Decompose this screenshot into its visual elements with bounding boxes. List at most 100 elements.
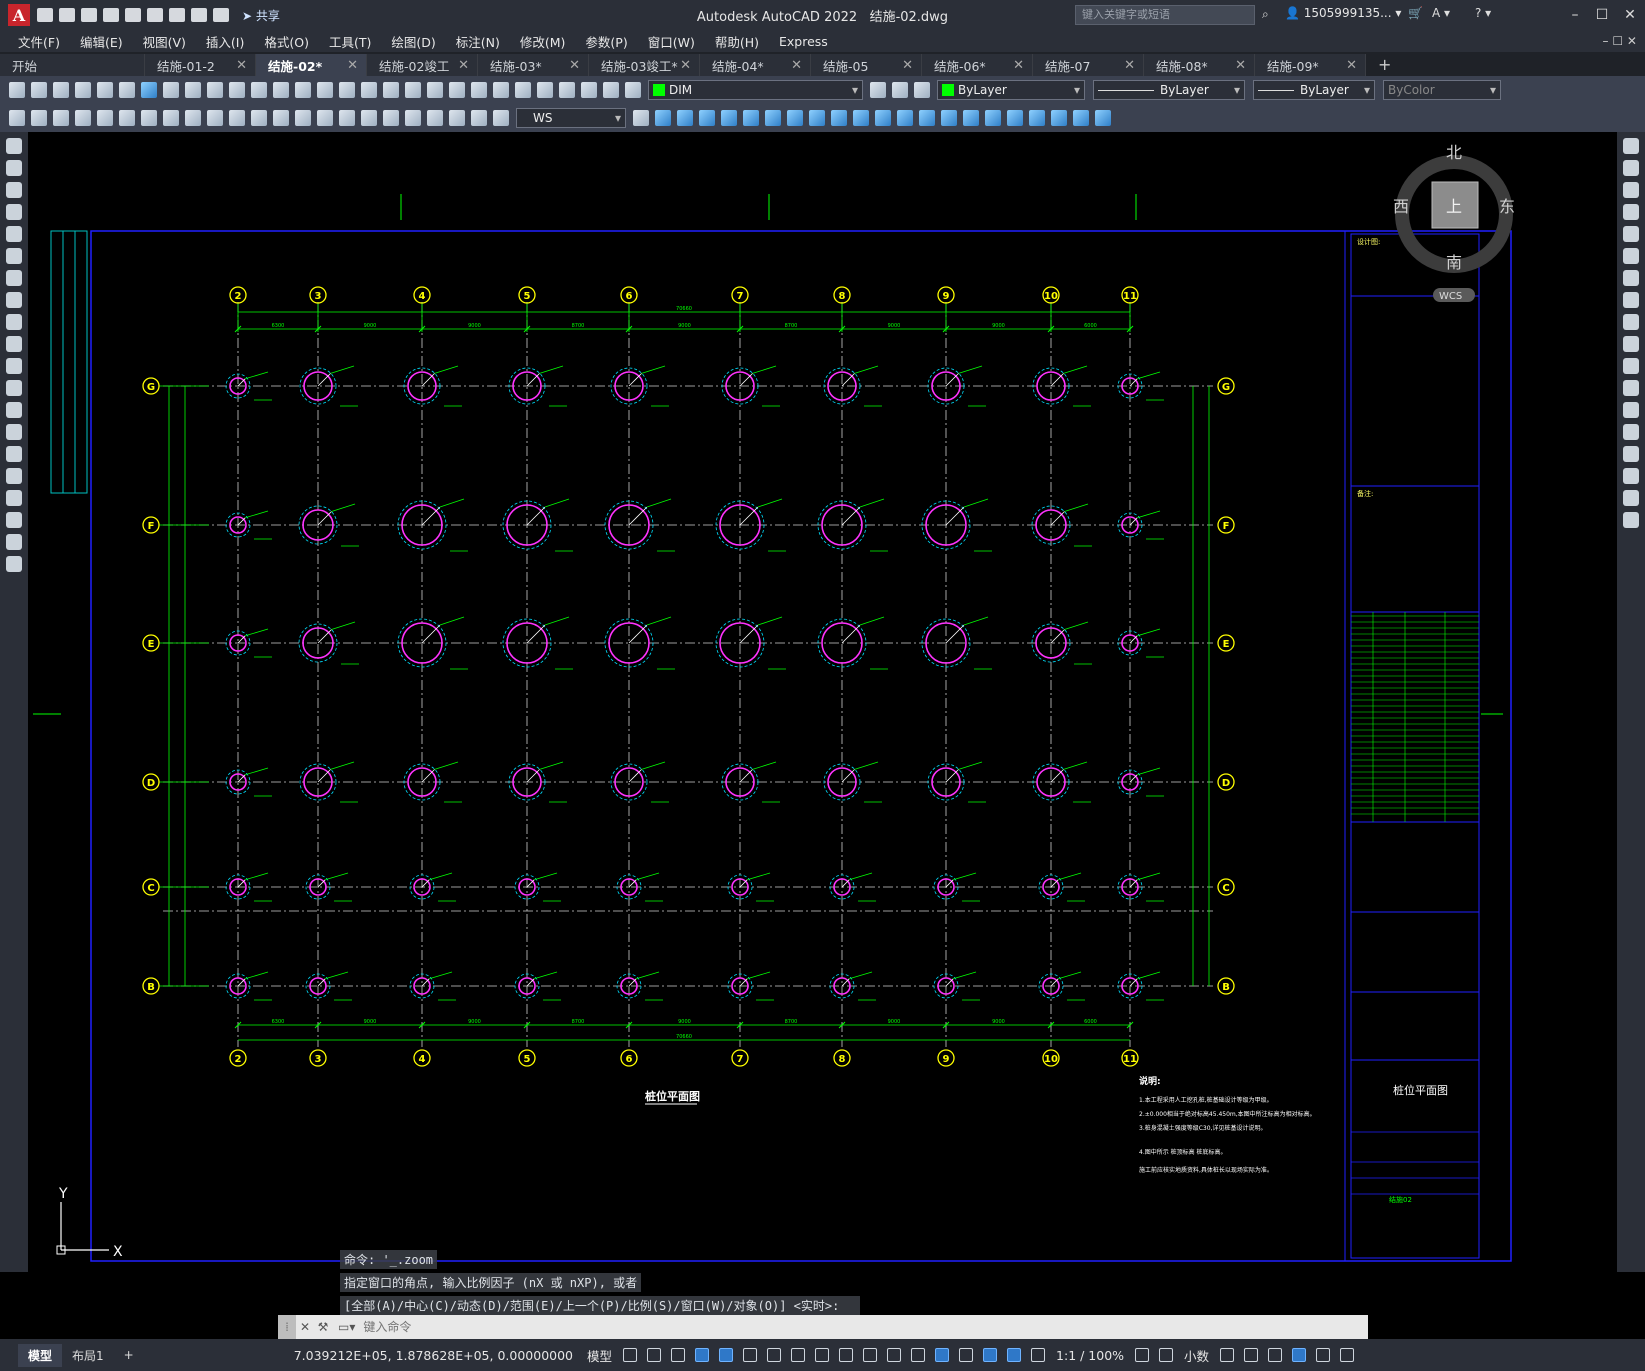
3d-osnap-icon[interactable] — [911, 1348, 926, 1362]
point-icon[interactable] — [6, 424, 22, 440]
help-search-input[interactable]: 键入关键字或短语 — [1075, 5, 1255, 25]
stretch-icon[interactable] — [1623, 314, 1639, 330]
menu-dimension[interactable]: 标注(N) — [456, 32, 500, 51]
tab-file[interactable]: 结施-01-2 ✕ — [145, 54, 256, 76]
save-web-icon[interactable] — [147, 8, 163, 22]
infer-constraints-icon[interactable] — [671, 1348, 686, 1362]
undo-icon[interactable] — [191, 8, 207, 22]
array-icon[interactable] — [1623, 226, 1639, 242]
doc-window-controls[interactable]: – ☐ ✕ — [1603, 34, 1637, 48]
chamfer-icon[interactable] — [1623, 446, 1639, 462]
paste-icon[interactable] — [207, 82, 223, 98]
tab-close-icon[interactable]: ✕ — [1124, 58, 1135, 73]
tab-close-icon[interactable]: ✕ — [1235, 58, 1246, 73]
add-selected-icon[interactable] — [6, 556, 22, 572]
selection-filter-icon[interactable] — [959, 1348, 974, 1362]
quick-dim-icon[interactable] — [251, 110, 267, 126]
menu-parametric[interactable]: 参数(P) — [585, 32, 627, 51]
3d-tool-icon[interactable] — [1095, 110, 1111, 126]
snap-icon[interactable] — [647, 1348, 662, 1362]
markup-icon[interactable] — [493, 82, 509, 98]
command-grip-icon[interactable]: ⁞ — [278, 1315, 296, 1339]
menu-tools[interactable]: 工具(T) — [329, 32, 371, 51]
zoom-previous-icon[interactable] — [383, 82, 399, 98]
dim-update-icon[interactable] — [493, 110, 509, 126]
tab-file[interactable]: 结施-08* ✕ — [1144, 54, 1255, 76]
gizmo-icon[interactable] — [983, 1348, 998, 1362]
command-close-icon[interactable]: ✕ — [296, 1320, 314, 1334]
dynamic-ucs-icon[interactable] — [935, 1348, 950, 1362]
3d-tool-icon[interactable] — [677, 110, 693, 126]
tab-file[interactable]: 结施-04* ✕ — [700, 54, 811, 76]
menu-help[interactable]: 帮助(H) — [715, 32, 759, 51]
radius-dim-icon[interactable] — [163, 110, 179, 126]
break-icon[interactable] — [1623, 402, 1639, 418]
save-icon[interactable] — [53, 82, 69, 98]
3d-tool-icon[interactable] — [743, 110, 759, 126]
3d-tool-icon[interactable] — [809, 110, 825, 126]
viewcube-south[interactable]: 南 — [1446, 253, 1462, 272]
annotation-visibility-icon[interactable] — [1007, 1348, 1022, 1362]
dynamic-input-icon[interactable] — [695, 1348, 710, 1362]
3d-tool-icon[interactable] — [765, 110, 781, 126]
layer-previous-icon[interactable] — [892, 82, 908, 98]
help-icon[interactable]: ? ▾ — [1475, 6, 1491, 20]
object-snap-tracking-icon[interactable] — [791, 1348, 806, 1362]
3d-tool-icon[interactable] — [985, 110, 1001, 126]
tab-file[interactable]: 结施-02竣工 ✕ — [367, 54, 478, 76]
dim-space-icon[interactable] — [317, 110, 333, 126]
color-dropdown[interactable]: ByLayer — [937, 80, 1085, 100]
3d-tool-icon[interactable] — [655, 110, 671, 126]
ellipse-arc-icon[interactable] — [6, 358, 22, 374]
annotation-scale[interactable]: 1:1 / 100% — [1056, 1348, 1124, 1363]
tab-close-icon[interactable]: ✕ — [236, 58, 247, 73]
graphics-performance-icon[interactable] — [1292, 1348, 1307, 1362]
3d-tool-icon[interactable] — [853, 110, 869, 126]
3d-dwf-icon[interactable] — [141, 82, 157, 98]
make-block-icon[interactable] — [6, 402, 22, 418]
tool-icon[interactable] — [31, 110, 47, 126]
menu-window[interactable]: 窗口(W) — [648, 32, 695, 51]
tab-close-icon[interactable]: ✕ — [902, 58, 913, 73]
gradient-icon[interactable] — [6, 468, 22, 484]
annotation-monitor-icon[interactable] — [1159, 1348, 1174, 1362]
command-recent-icon[interactable]: ▭▾ — [338, 1320, 355, 1334]
3d-tool-icon[interactable] — [963, 110, 979, 126]
angular-dim-icon[interactable] — [229, 110, 245, 126]
3d-tool-icon[interactable] — [1073, 110, 1089, 126]
3d-tool-icon[interactable] — [919, 110, 935, 126]
help-icon[interactable] — [537, 82, 553, 98]
layer-bulb-icon[interactable] — [581, 82, 597, 98]
lineweight-icon[interactable] — [839, 1348, 854, 1362]
3d-tool-icon[interactable] — [721, 110, 737, 126]
autodesk-a360-icon[interactable]: A ▾ — [1432, 6, 1450, 20]
workspace-gear-icon[interactable] — [1135, 1348, 1150, 1362]
3d-tool-icon[interactable] — [831, 110, 847, 126]
new-file-icon[interactable] — [37, 8, 53, 22]
erase-icon[interactable] — [1623, 138, 1639, 154]
tab-file-active[interactable]: 结施-02* ✕ — [256, 54, 367, 76]
menu-modify[interactable]: 修改(M) — [520, 32, 566, 51]
menu-file[interactable]: 文件(F) — [18, 32, 60, 51]
baseline-dim-icon[interactable] — [273, 110, 289, 126]
preview-icon[interactable] — [97, 82, 113, 98]
3d-tool-icon[interactable] — [941, 110, 957, 126]
revcloud-icon[interactable] — [6, 292, 22, 308]
ucs-dropdown[interactable]: WS — [516, 108, 626, 128]
join-icon[interactable] — [1623, 424, 1639, 440]
tab-close-icon[interactable]: ✕ — [569, 58, 580, 73]
publish-icon[interactable] — [119, 82, 135, 98]
tab-close-icon[interactable]: ✕ — [458, 58, 469, 73]
construction-line-icon[interactable] — [6, 160, 22, 176]
dim-edit-icon[interactable] — [449, 110, 465, 126]
autocad-app-icon[interactable]: A — [8, 4, 30, 26]
close-icon[interactable]: ✕ — [1620, 5, 1640, 25]
add-layout-icon[interactable]: + — [114, 1345, 144, 1365]
dim-style-icon[interactable] — [633, 110, 649, 126]
diameter-dim-icon[interactable] — [207, 110, 223, 126]
jogged-linear-icon[interactable] — [427, 110, 443, 126]
grid-icon[interactable] — [623, 1348, 638, 1362]
tab-file[interactable]: 结施-07 ✕ — [1033, 54, 1144, 76]
cart-icon[interactable]: 🛒 — [1408, 6, 1423, 20]
new-tab-icon[interactable]: + — [1378, 55, 1391, 74]
